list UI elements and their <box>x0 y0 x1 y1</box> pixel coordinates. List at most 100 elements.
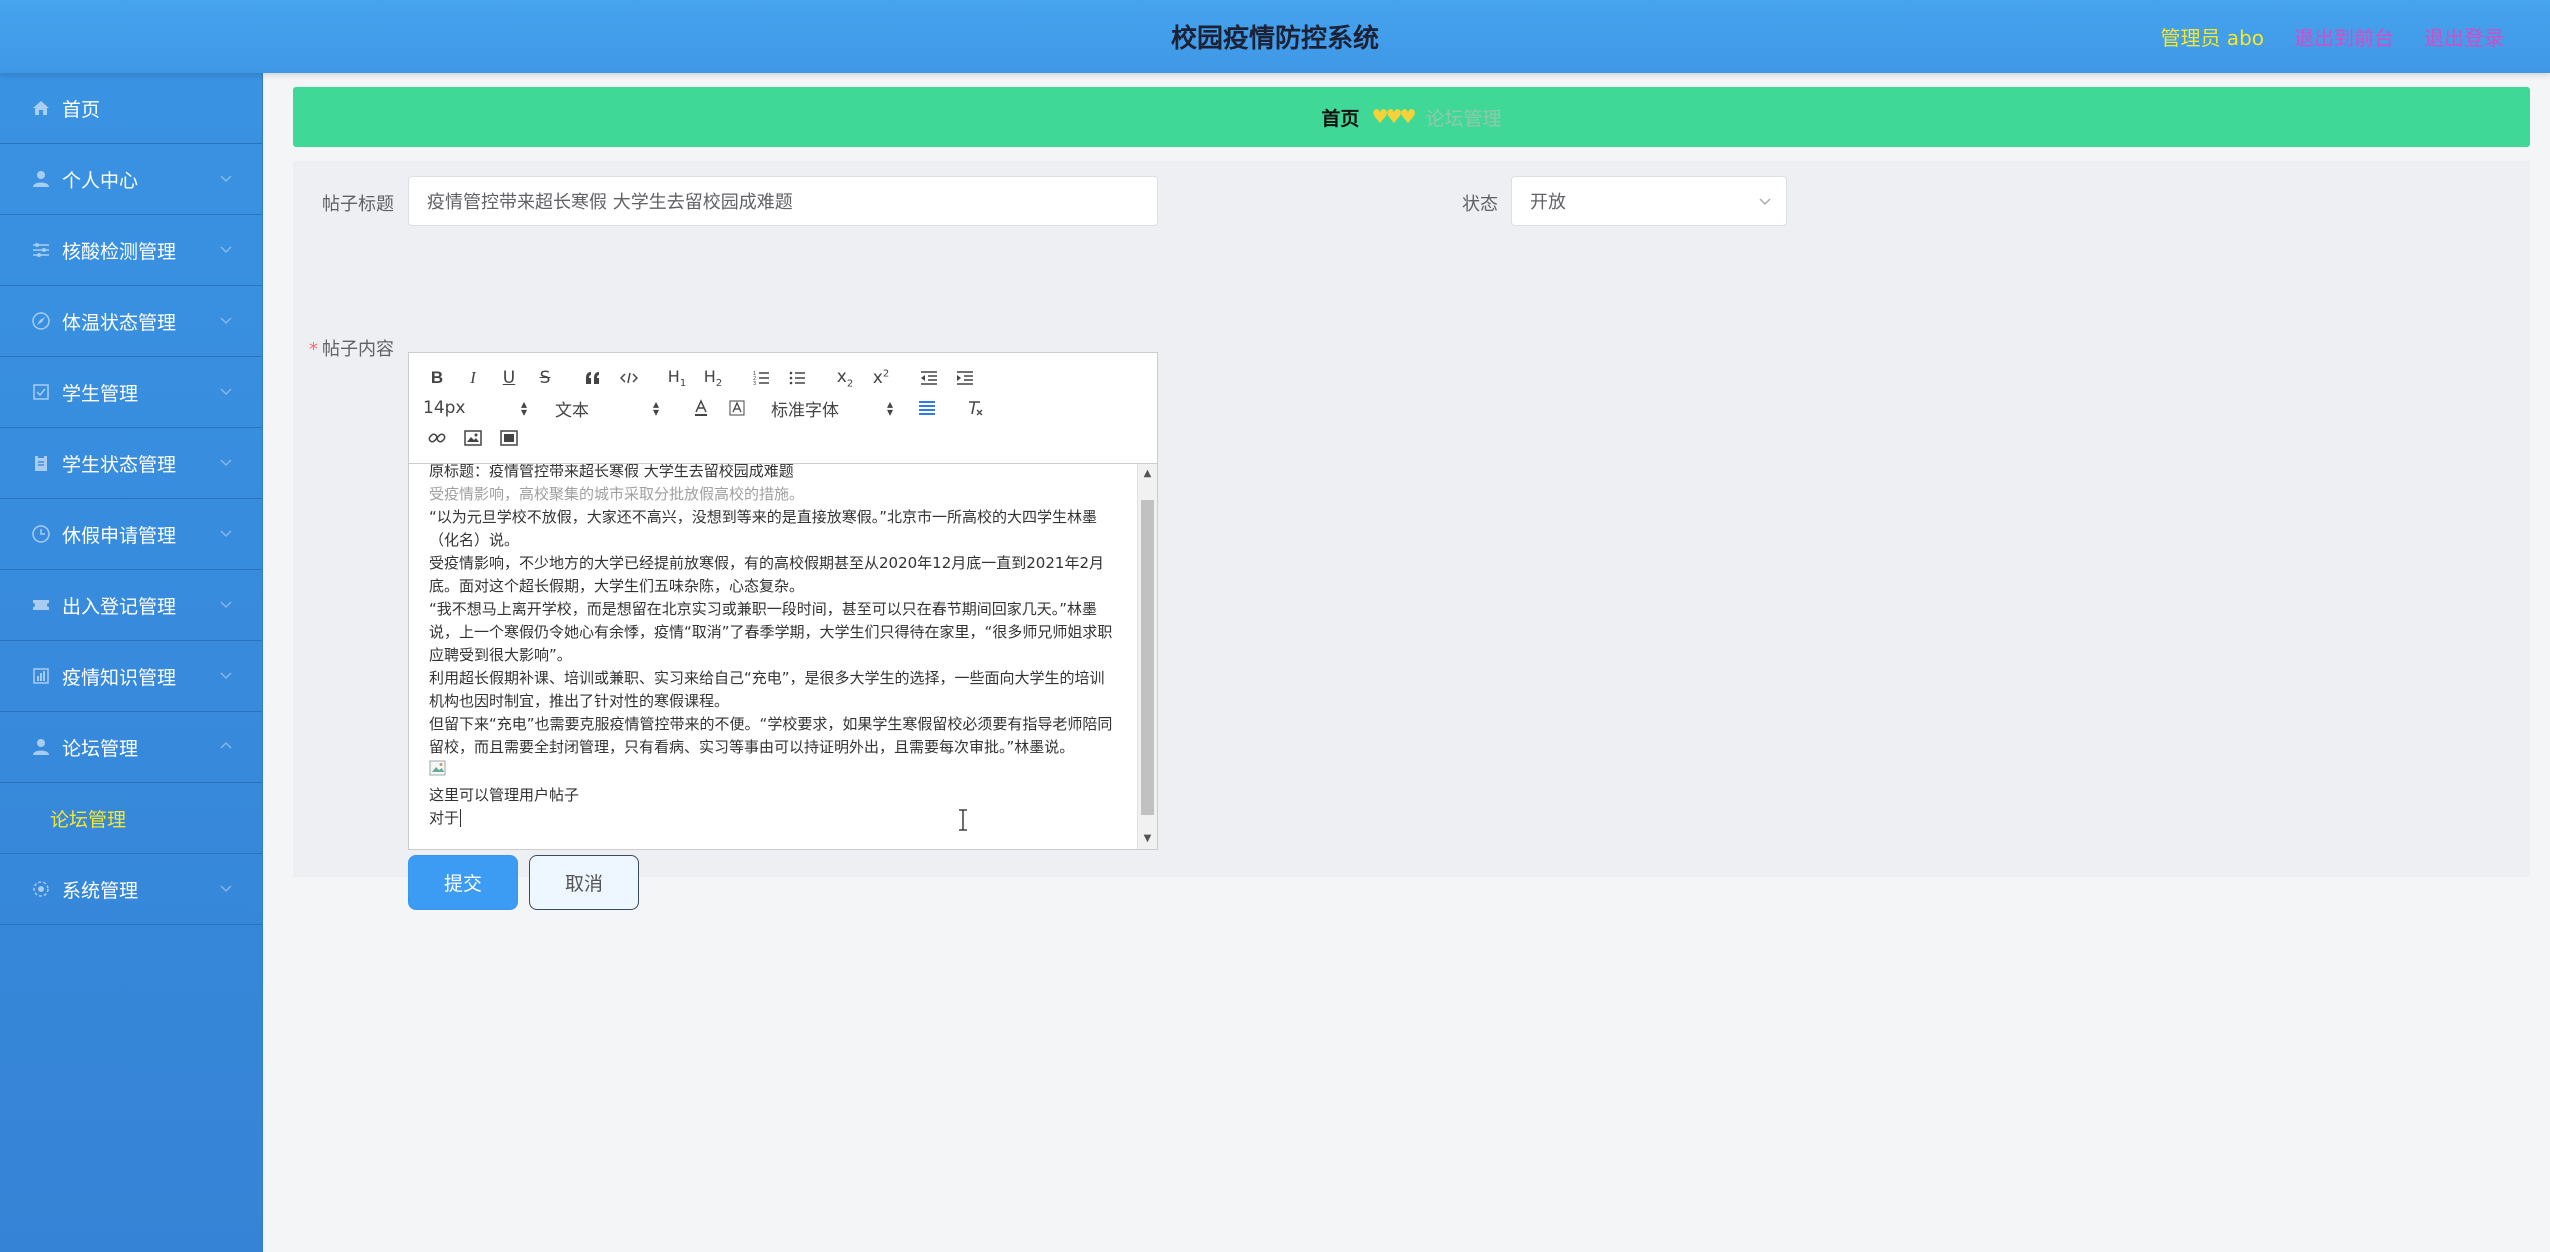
blockquote-button[interactable] <box>575 364 611 392</box>
bold-button[interactable]: B <box>419 364 455 392</box>
sidebar-item-leave[interactable]: 休假申请管理 <box>0 499 262 570</box>
status-select-value: 开放 <box>1530 192 1566 213</box>
editor-scrollbar[interactable]: ▲ ▼ <box>1137 464 1157 849</box>
logout-link[interactable]: 退出登录 <box>2424 22 2504 51</box>
link-button[interactable] <box>419 424 455 452</box>
align-justify-icon <box>919 401 935 415</box>
clock-icon <box>30 523 52 545</box>
sidebar-item-label: 系统管理 <box>62 879 139 902</box>
sidebar-item-label: 首页 <box>62 98 101 121</box>
cancel-button[interactable]: 取消 <box>529 855 639 910</box>
bullet-list-button[interactable] <box>779 364 815 392</box>
header1-button[interactable]: H1 <box>659 364 695 392</box>
breadcrumb-home[interactable]: 首页 <box>1321 104 1359 131</box>
sidebar-item-personal-center[interactable]: 个人中心 <box>0 144 262 215</box>
compass-icon <box>30 310 52 332</box>
back-to-front-link[interactable]: 退出到前台 <box>2294 22 2394 51</box>
sidebar-item-knowledge[interactable]: 疫情知识管理 <box>0 641 262 712</box>
background-color-button[interactable] <box>719 394 755 422</box>
align-button[interactable] <box>909 394 945 422</box>
chevron-down-icon <box>220 672 232 680</box>
sidebar-item-label: 个人中心 <box>62 169 139 192</box>
toolbar-row <box>419 423 1147 453</box>
indent-button[interactable] <box>947 364 983 392</box>
updown-icon: ▴ ▾ <box>652 397 659 419</box>
sidebar-subitem-forum-manage[interactable]: 论坛管理 <box>0 783 262 854</box>
content-paragraph: 受疫情影响，不少地方的大学已经提前放寒假，有的高校假期甚至从2020年12月底一… <box>429 554 1104 595</box>
text-caret <box>460 809 462 827</box>
user-icon <box>30 736 52 758</box>
sidebar-item-forum[interactable]: 论坛管理 <box>0 712 262 783</box>
ordered-list-button[interactable]: 123 <box>743 364 779 392</box>
editor-toolbar: B I U S H1 H2 123 x2 x2 14px ▴ ▾ 文本 ▴ ▾ … <box>409 353 1157 464</box>
content-paragraph: 这里可以管理用户帖子 <box>429 786 580 804</box>
title-label: 帖子标题 <box>322 194 394 215</box>
status-label: 状态 <box>1462 194 1498 215</box>
breadcrumb-current: 论坛管理 <box>1425 107 1502 130</box>
chevron-down-icon <box>220 317 232 325</box>
sidebar-item-temperature[interactable]: 体温状态管理 <box>0 286 262 357</box>
toolbar-row: 14px ▴ ▾ 文本 ▴ ▾ 标准字体 ▴ ▾ <box>419 393 1147 423</box>
text-cursor-icon <box>959 809 967 831</box>
rich-text-editor[interactable]: B I U S H1 H2 123 x2 x2 14px ▴ ▾ 文本 ▴ ▾ … <box>408 352 1158 850</box>
title-input-value: 疫情管控带来超长寒假 大学生去留校园成难题 <box>427 192 793 213</box>
code-block-button[interactable] <box>611 364 647 392</box>
sidebar-item-label: 学生状态管理 <box>62 453 177 476</box>
sidebar-item-student-status[interactable]: 学生状态管理 <box>0 428 262 499</box>
editor-content[interactable]: 原标题：疫情管控带来超长寒假 大学生去留校园成难题 受疫情影响，高校聚集的城市采… <box>409 464 1137 849</box>
font-family-value: 标准字体 <box>771 400 839 421</box>
chevron-down-icon <box>220 601 232 609</box>
content-paragraph: 但留下来“充电”也需要克服疫情管控带来的不便。“学校要求，如果学生寒假留校必须要… <box>429 715 1113 756</box>
content-text: 对于 <box>429 809 460 827</box>
font-size-value: 14px <box>423 398 466 418</box>
superscript-button[interactable]: x2 <box>863 364 899 392</box>
italic-button[interactable]: I <box>455 364 491 392</box>
broken-image <box>429 759 1117 784</box>
scroll-up-arrow-icon[interactable]: ▲ <box>1138 466 1157 482</box>
sidebar-item-system[interactable]: 系统管理 <box>0 854 262 925</box>
required-mark: * <box>309 339 318 360</box>
code-icon <box>620 372 638 384</box>
underline-button[interactable]: U <box>491 364 527 392</box>
content-label: * 帖子内容 <box>309 335 394 361</box>
toolbar-row: B I U S H1 H2 123 x2 x2 <box>419 363 1147 393</box>
scrollbar-thumb[interactable] <box>1141 500 1154 815</box>
outdent-button[interactable] <box>911 364 947 392</box>
chart-icon <box>30 665 52 687</box>
outdent-icon <box>921 371 937 385</box>
submit-button[interactable]: 提交 <box>408 855 518 910</box>
content-paragraph: “我不想马上离开学校，而是想留在北京实习或兼职一段时间，甚至可以只在春节期间回家… <box>429 600 1113 664</box>
clear-format-button[interactable] <box>957 394 993 422</box>
updown-icon: ▴ ▾ <box>520 397 527 419</box>
image-button[interactable] <box>455 424 491 452</box>
user-icon <box>30 168 52 190</box>
strikethrough-button[interactable]: S <box>527 364 563 392</box>
text-color-icon <box>695 399 707 416</box>
subscript-button[interactable]: x2 <box>827 364 863 392</box>
sidebar-item-entry-exit[interactable]: 出入登记管理 <box>0 570 262 641</box>
font-family-select[interactable]: 标准字体 ▴ ▾ <box>767 396 897 421</box>
chevron-down-icon <box>220 885 232 893</box>
sidebar-item-home[interactable]: 首页 <box>0 73 262 144</box>
chevron-up-icon <box>220 741 232 749</box>
scroll-down-arrow-icon[interactable]: ▼ <box>1138 831 1157 847</box>
clear-format-icon <box>969 401 983 416</box>
sidebar-item-students[interactable]: 学生管理 <box>0 357 262 428</box>
video-button[interactable] <box>491 424 527 452</box>
ticket-icon <box>30 594 52 616</box>
title-input[interactable]: 疫情管控带来超长寒假 大学生去留校园成难题 <box>408 176 1158 226</box>
block-format-select[interactable]: 文本 ▴ ▾ <box>551 396 663 421</box>
content-paragraph: 利用超长假期补课、培训或兼职、实习来给自己“充电”，是很多大学生的选择，一些面向… <box>429 669 1105 710</box>
header-actions: 管理员 abo 退出到前台 退出登录 <box>2160 22 2504 51</box>
content-paragraph: 受疫情影响，高校聚集的城市采取分批放假高校的措施。 <box>429 485 805 503</box>
chevron-down-icon <box>220 530 232 538</box>
sidebar-item-label: 体温状态管理 <box>62 311 177 334</box>
header2-button[interactable]: H2 <box>695 364 731 392</box>
content-paragraph: “以为元旦学校不放假，大家还不高兴，没想到等来的是直接放寒假。”北京市一所高校的… <box>429 508 1098 549</box>
sidebar-item-nucleic-test[interactable]: 核酸检测管理 <box>0 215 262 286</box>
font-size-select[interactable]: 14px ▴ ▾ <box>419 398 531 418</box>
video-icon <box>500 430 518 446</box>
status-select[interactable]: 开放 <box>1511 176 1787 226</box>
chevron-down-icon <box>1759 198 1771 206</box>
text-color-button[interactable] <box>683 394 719 422</box>
